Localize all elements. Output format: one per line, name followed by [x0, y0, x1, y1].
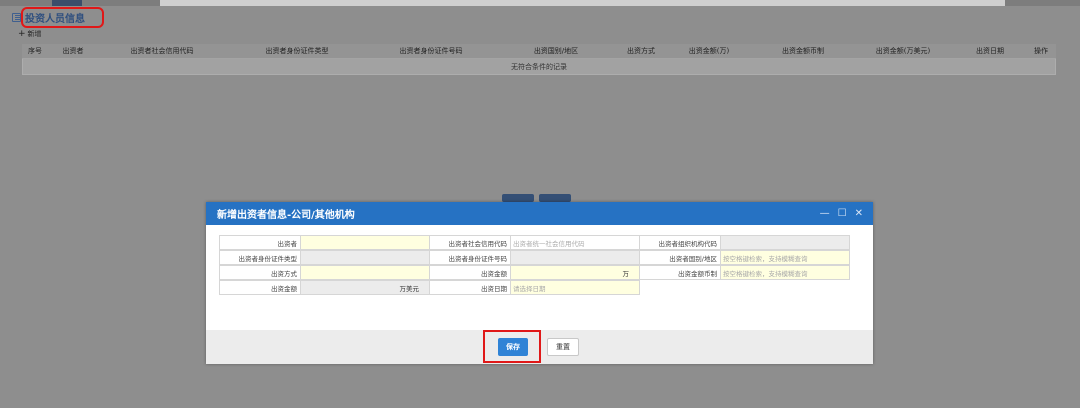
col-header[interactable]: 出资国别/地区: [494, 46, 618, 56]
plus-icon: +: [18, 29, 26, 39]
pager-button: [539, 194, 571, 202]
minimize-icon[interactable]: —: [820, 208, 830, 219]
close-icon[interactable]: ✕: [855, 208, 863, 219]
maximize-icon[interactable]: ☐: [838, 208, 847, 219]
date-label: 出资日期: [429, 280, 511, 295]
col-header[interactable]: 出资日期: [954, 46, 1026, 56]
org-code-label: 出资者组织机构代码: [639, 235, 721, 250]
pager-button: [502, 194, 534, 202]
form-row: 出资金额 万美元 出资日期 请选择日期: [219, 280, 853, 295]
usd-amount-label: 出资金额: [219, 280, 301, 295]
col-header[interactable]: 操作: [1026, 46, 1056, 56]
usd-amount-input[interactable]: 万美元: [300, 280, 430, 295]
reset-button[interactable]: 重置: [547, 338, 579, 356]
col-header[interactable]: 序号: [22, 46, 48, 56]
add-button[interactable]: + 新增: [18, 29, 42, 39]
id-number-label: 出资者身份证件号码: [429, 250, 511, 265]
currency-label: 出资金额币制: [639, 265, 721, 280]
form-row: 出资方式 出资金额 万 出资金额币制 按空格键检索，支持模糊查询: [219, 265, 853, 280]
empty-row: 无符合条件的记录: [22, 59, 1056, 75]
title-highlight-box: [21, 7, 104, 28]
date-input[interactable]: 请选择日期: [510, 280, 640, 295]
form-row: 出资者 出资者社会信用代码 出资者统一社会信用代码 出资者组织机构代码: [219, 235, 853, 250]
col-header[interactable]: 出资方式: [618, 46, 664, 56]
col-header[interactable]: 出资金额(万): [664, 46, 754, 56]
id-type-select[interactable]: [300, 250, 430, 265]
credit-code-input[interactable]: 出资者统一社会信用代码: [510, 235, 640, 250]
id-number-input[interactable]: [510, 250, 640, 265]
col-header[interactable]: 出资者身份证件号码: [368, 46, 494, 56]
col-header[interactable]: 出资者: [48, 46, 98, 56]
currency-input[interactable]: 按空格键检索，支持模糊查询: [720, 265, 850, 280]
amount-label: 出资金额: [429, 265, 511, 280]
credit-code-label: 出资者社会信用代码: [429, 235, 511, 250]
col-header[interactable]: 出资金额币制: [754, 46, 852, 56]
investor-input[interactable]: [300, 235, 430, 250]
investor-form: 出资者 出资者社会信用代码 出资者统一社会信用代码 出资者组织机构代码 出资者身…: [219, 235, 853, 295]
modal-header: 新增出资者信息-公司/其他机构 — ☐ ✕: [206, 202, 873, 225]
amount-input[interactable]: 万: [510, 265, 640, 280]
country-label: 出资者国别/地区: [639, 250, 721, 265]
org-code-input[interactable]: [720, 235, 850, 250]
modal-title: 新增出资者信息-公司/其他机构: [217, 210, 355, 221]
add-button-label: 新增: [27, 30, 42, 38]
contribution-method-label: 出资方式: [219, 265, 301, 280]
modal-footer: 保存 重置: [206, 330, 873, 364]
investor-table: 序号 出资者 出资者社会信用代码 出资者身份证件类型 出资者身份证件号码 出资国…: [22, 44, 1056, 75]
country-input[interactable]: 按空格键检索，支持模糊查询: [720, 250, 850, 265]
usd-amount-unit: 万美元: [399, 284, 420, 293]
save-button[interactable]: 保存: [498, 338, 528, 356]
form-row: 出资者身份证件类型 出资者身份证件号码 出资者国别/地区 按空格键检索，支持模糊…: [219, 250, 853, 265]
col-header[interactable]: 出资金额(万美元): [852, 46, 954, 56]
investor-label: 出资者: [219, 235, 301, 250]
id-type-label: 出资者身份证件类型: [219, 250, 301, 265]
amount-unit: 万: [622, 269, 630, 278]
col-header[interactable]: 出资者身份证件类型: [226, 46, 368, 56]
add-investor-modal: 新增出资者信息-公司/其他机构 — ☐ ✕ 出资者 出资者社会信用代码 出资者统…: [206, 202, 873, 364]
contribution-method-select[interactable]: [300, 265, 430, 280]
col-header[interactable]: 出资者社会信用代码: [98, 46, 226, 56]
window-controls: — ☐ ✕: [820, 208, 863, 219]
table-header: 序号 出资者 出资者社会信用代码 出资者身份证件类型 出资者身份证件号码 出资国…: [22, 44, 1056, 59]
edit-icon: [12, 12, 21, 22]
